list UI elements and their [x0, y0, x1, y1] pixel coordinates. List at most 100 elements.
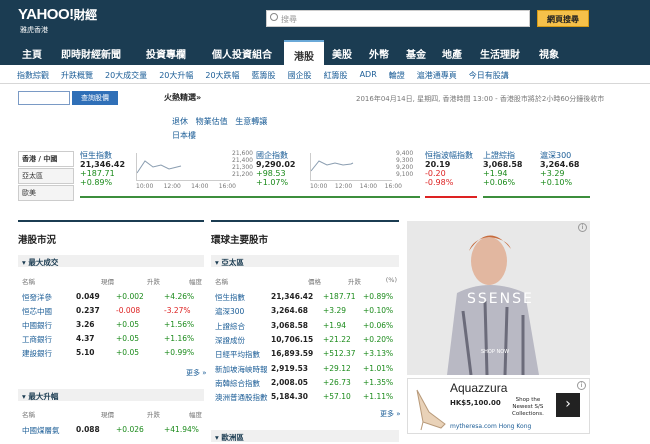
nav-item[interactable]: 外幣 [360, 40, 398, 65]
hscei-y-axis: 9,400 9,300 9,200 9,100 [396, 150, 413, 178]
world-band-europe[interactable]: ▾ 歐洲區 [211, 430, 399, 442]
nav-item[interactable]: 個人投資組合 [200, 40, 284, 65]
mytheresa-ad[interactable]: Aquazzura HK$5,100.00 Shop the Newest S/S… [407, 378, 590, 434]
nav-item[interactable]: 主頁 [14, 40, 50, 65]
subnav-item[interactable]: 國企股 [288, 65, 312, 83]
table-row-name[interactable]: 恒發洋參 [22, 292, 72, 303]
hot-link-property[interactable]: 物業估值 [196, 117, 228, 126]
table-cell: 0.049 [76, 292, 100, 301]
subnav-item[interactable]: 藍籌股 [252, 65, 276, 83]
index-sse[interactable]: 上證綜指 3,068.58 +1.94 +0.06% [483, 151, 522, 187]
world-band-asia[interactable]: ▾ 亞太區 [211, 255, 399, 267]
world-market-title: 環球主要股市 [211, 235, 269, 246]
subnav-item[interactable]: 升跌概覽 [61, 65, 93, 83]
table-cell: +29.12 [323, 363, 351, 373]
hk-band-gainers[interactable]: ▾ 最大升幅 [18, 389, 204, 401]
table-cell: +21.22 [323, 334, 351, 344]
tab-euro-us[interactable]: 歐美 [18, 185, 74, 201]
hscei-chart-line [310, 160, 354, 172]
table-row-name[interactable]: 工商銀行 [22, 334, 72, 345]
y-tick: 9,100 [396, 171, 414, 178]
nav-item[interactable]: 投資專欄 [132, 40, 200, 65]
world-more-link[interactable]: 更多 » [380, 409, 401, 419]
yahoo-logo[interactable]: YAHOO!財經 [18, 6, 97, 23]
tab-asia[interactable]: 亞太區 [18, 168, 74, 184]
table-cell: 3.26 [76, 320, 95, 329]
index-change: +3.29 [540, 169, 565, 178]
column-header: 幅度 [189, 278, 202, 286]
hscei-x-axis: 10:00 12:00 14:00 16:00 [310, 183, 402, 190]
index-strip-green [80, 196, 420, 198]
column-header: 升跌 [348, 278, 361, 286]
nav-item[interactable]: 美股 [324, 40, 360, 65]
y-tick: 9,400 [396, 150, 414, 157]
hot-links: 退休 物業估值 生意轉讓 日本樓 [172, 115, 267, 143]
table-cell: 3,068.58 [271, 320, 309, 330]
index-pct: +0.89% [80, 178, 113, 187]
table-cell: 16,893.59 [271, 349, 314, 359]
table-cell: 2,008.05 [271, 377, 309, 387]
table-cell: -3.27% [164, 306, 191, 315]
main-nav: 主頁 即時財經新聞 投資專欄 個人投資組合 港股 美股 外幣 基金 地產 生活理財 視象 [0, 40, 650, 65]
hot-link-business[interactable]: 生意轉讓 [235, 117, 267, 126]
ssense-ad[interactable]: SSENSE SHOP NOW i [407, 221, 590, 375]
nav-item[interactable]: 地產 [434, 40, 470, 65]
ad-next-icon[interactable]: › [556, 393, 580, 417]
index-name: 上證綜指 [483, 151, 515, 160]
column-header: 價格 [308, 278, 321, 286]
x-tick: 10:00 [136, 183, 154, 190]
ad-info-icon[interactable]: i [577, 381, 586, 390]
band-label: 最大升幅 [28, 392, 59, 401]
subnav-item[interactable]: ADR [360, 65, 377, 83]
y-tick: 21,300 [232, 164, 253, 171]
table-row-name[interactable]: 中國煤層氣 [22, 425, 72, 436]
table-cell: +0.05 [116, 334, 139, 343]
hot-link-retire[interactable]: 退休 [172, 117, 188, 126]
search-input[interactable]: 搜尋 [266, 10, 530, 27]
index-vhsi[interactable]: 恒指波幅指數 20.19 -0.20 -0.98% [425, 151, 473, 187]
search-button[interactable]: 網頁搜尋 [537, 10, 589, 27]
quote-button[interactable]: 查詢股價 [72, 91, 118, 105]
index-change: -0.20 [425, 169, 446, 178]
column-header: 幅度 [189, 411, 202, 419]
index-hsi[interactable]: 恒生指數 21,346.42 +187.71 +0.89% [80, 151, 125, 187]
nav-item[interactable]: 基金 [398, 40, 434, 65]
subnav-item[interactable]: 滬港通專頁 [417, 65, 457, 83]
index-csi300[interactable]: 滬深300 3,264.68 +3.29 +0.10% [540, 151, 579, 187]
nav-item[interactable]: 視象 [530, 40, 568, 65]
nav-item[interactable]: 即時財經新聞 [50, 40, 132, 65]
hk-market-title: 港股市況 [18, 235, 57, 246]
nav-item[interactable]: 港股 [284, 40, 324, 65]
stock-code-input[interactable] [18, 91, 70, 105]
table-row-name[interactable]: 中國銀行 [22, 320, 72, 331]
subnav-item[interactable]: 輪證 [389, 65, 405, 83]
table-cell: 0.237 [76, 306, 100, 315]
subnav-item[interactable]: 20大成交量 [105, 65, 147, 83]
hscei-chart [310, 153, 392, 181]
table-row-name[interactable]: 建設銀行 [22, 348, 72, 359]
subnav-item[interactable]: 今日有股講 [469, 65, 509, 83]
region-tabs: 香港 / 中國 亞太區 歐美 [18, 151, 74, 202]
hk-band-volume[interactable]: ▾ 最大成交 [18, 255, 204, 267]
table-cell: +0.05 [116, 348, 139, 357]
hk-more-link[interactable]: 更多 » [186, 368, 207, 378]
table-cell: +1.56% [164, 320, 195, 329]
subnav-item[interactable]: 20大升幅 [159, 65, 193, 83]
x-tick: 10:00 [310, 183, 328, 190]
index-hscei[interactable]: 國企指數 9,290.02 +98.53 +1.07% [256, 151, 295, 187]
subnav-item[interactable]: 紅籌股 [324, 65, 348, 83]
table-cell: +57.10 [323, 392, 351, 402]
subnav-item[interactable]: 20大跌幅 [205, 65, 239, 83]
table-cell: +1.94 [323, 320, 346, 330]
index-value: 21,346.42 [80, 160, 126, 169]
hot-link-japan[interactable]: 日本樓 [172, 131, 196, 140]
column-header: 名稱 [22, 278, 35, 286]
subnav-item[interactable]: 指數綜觀 [17, 65, 49, 83]
table-cell: +1.01% [363, 363, 394, 373]
table-row-name[interactable]: 恒芯中國 [22, 306, 72, 317]
tab-hk-china[interactable]: 香港 / 中國 [18, 151, 74, 167]
shoe-image [416, 389, 446, 431]
nav-item[interactable]: 生活理財 [470, 40, 530, 65]
world-section-rule [211, 220, 399, 222]
ad-info-icon[interactable]: i [578, 223, 587, 232]
